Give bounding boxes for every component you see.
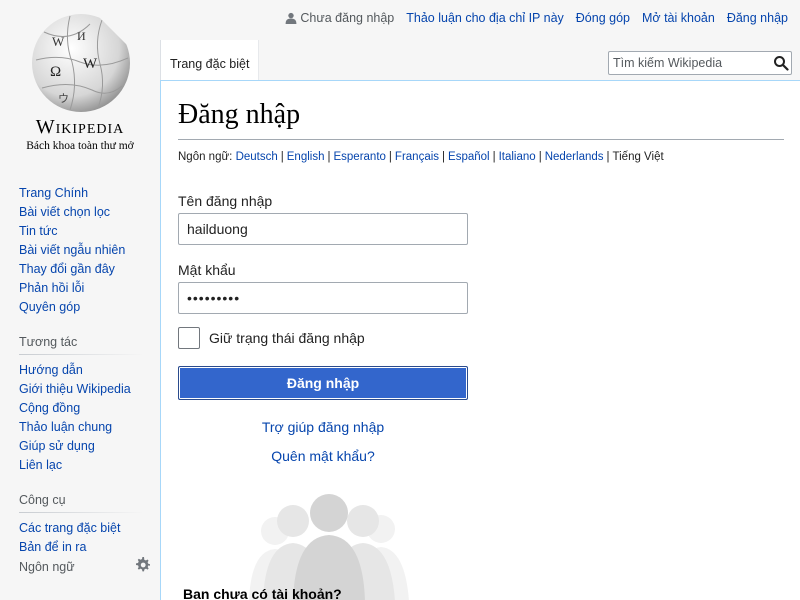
svg-text:W: W xyxy=(83,56,98,72)
language-link[interactable]: English xyxy=(287,151,325,163)
nav-report-error[interactable]: Phản hồi lỗi xyxy=(19,281,84,295)
nav-recent-changes[interactable]: Thay đổi gần đây xyxy=(19,262,115,276)
language-link[interactable]: Deutsch xyxy=(236,151,278,163)
svg-text:И: И xyxy=(77,29,86,43)
forgot-password-link[interactable]: Quên mật khẩu? xyxy=(178,448,468,464)
nav-printable[interactable]: Bản để in ra xyxy=(19,540,86,554)
search-input[interactable] xyxy=(609,52,769,74)
nav-community[interactable]: Cộng đồng xyxy=(19,401,80,415)
remember-checkbox[interactable] xyxy=(178,327,200,349)
nav-special-pages[interactable]: Các trang đặc biệt xyxy=(19,521,120,535)
search-box xyxy=(608,51,792,75)
nav-usage-help[interactable]: Giúp sử dụng xyxy=(19,439,95,453)
language-prefix: Ngôn ngữ: xyxy=(178,151,233,163)
wikipedia-logo[interactable]: W И W Ω ウ Wikipedia Bách khoa toàn thư m… xyxy=(0,0,160,160)
create-account-link[interactable]: Mở tài khoản xyxy=(642,11,715,25)
tab-special-page[interactable]: Trang đặc biệt xyxy=(160,40,260,81)
people-silhouette-icon xyxy=(249,494,409,600)
puzzle-globe-icon: W И W Ω ウ xyxy=(32,14,130,112)
language-link[interactable]: Español xyxy=(448,151,490,163)
nav-main-page[interactable]: Trang Chính xyxy=(19,186,88,200)
login-button[interactable]: Đăng nhập xyxy=(178,366,468,400)
nav-main: Trang Chính Bài viết chọn lọc Tin tức Bà… xyxy=(19,186,154,319)
language-link[interactable]: Français xyxy=(395,151,439,163)
login-link[interactable]: Đăng nhập xyxy=(727,11,788,25)
anon-user: Chưa đăng nhập xyxy=(285,11,394,25)
nav-tools: Các trang đặc biệt Bản để in ra xyxy=(19,521,154,559)
nav-help[interactable]: Hướng dẫn xyxy=(19,363,83,377)
gear-icon[interactable] xyxy=(134,557,150,573)
svg-text:ウ: ウ xyxy=(58,92,69,105)
contributions-link[interactable]: Đóng góp xyxy=(576,11,630,25)
create-account-heading: Bạn chưa có tài khoản? xyxy=(183,586,342,600)
nav-news[interactable]: Tin tức xyxy=(19,224,57,238)
svg-text:Ω: Ω xyxy=(50,64,61,80)
user-icon xyxy=(285,12,297,24)
username-label: Tên đăng nhập xyxy=(178,193,273,209)
nav-interaction: Hướng dẫn Giới thiệu Wikipedia Cộng đồng… xyxy=(19,363,154,477)
nav-random[interactable]: Bài viết ngẫu nhiên xyxy=(19,243,125,257)
remember-me[interactable]: Giữ trạng thái đăng nhập xyxy=(178,327,365,349)
content-area: Đăng nhập Ngôn ngữ: Deutsch | English | Espe… xyxy=(160,80,800,600)
language-link[interactable]: Nederlands xyxy=(545,151,604,163)
anon-label: Chưa đăng nhập xyxy=(300,11,395,25)
nav-featured[interactable]: Bài viết chọn lọc xyxy=(19,205,110,219)
svg-text:W: W xyxy=(52,34,65,49)
nav-contact[interactable]: Liên lạc xyxy=(19,458,62,472)
nav-about[interactable]: Giới thiệu Wikipedia xyxy=(19,382,131,396)
nav-donate[interactable]: Quyên góp xyxy=(19,300,80,314)
language-link[interactable]: Italiano xyxy=(499,151,536,163)
interaction-heading: Tương tác xyxy=(19,335,154,355)
search-icon[interactable] xyxy=(773,55,789,71)
page-title: Đăng nhập xyxy=(178,97,784,140)
language-link[interactable]: Esperanto xyxy=(333,151,385,163)
languages-heading: Ngôn ngữ xyxy=(19,557,154,574)
password-label: Mật khẩu xyxy=(178,262,236,278)
password-field[interactable] xyxy=(178,282,468,314)
personal-tools: Chưa đăng nhập Thảo luận cho địa chỉ IP … xyxy=(273,9,788,27)
wordmark: Wikipedia xyxy=(35,116,125,138)
languages-heading-label: Ngôn ngữ xyxy=(19,560,75,574)
login-help-link[interactable]: Trợ giúp đăng nhập xyxy=(178,419,468,435)
ip-talk-link[interactable]: Thảo luận cho địa chỉ IP này xyxy=(406,11,564,25)
sidebar: Trang Chính Bài viết chọn lọc Tin tức Bà… xyxy=(19,186,154,559)
current-language: Tiếng Việt xyxy=(612,151,664,163)
tools-heading: Công cụ xyxy=(19,493,154,513)
nav-village-pump[interactable]: Thảo luận chung xyxy=(19,420,112,434)
language-bar: Ngôn ngữ: Deutsch | English | Esperanto | Fran… xyxy=(178,151,664,163)
username-field[interactable] xyxy=(178,213,468,245)
remember-label: Giữ trạng thái đăng nhập xyxy=(209,330,365,346)
tagline: Bách khoa toàn thư mở xyxy=(26,140,134,152)
